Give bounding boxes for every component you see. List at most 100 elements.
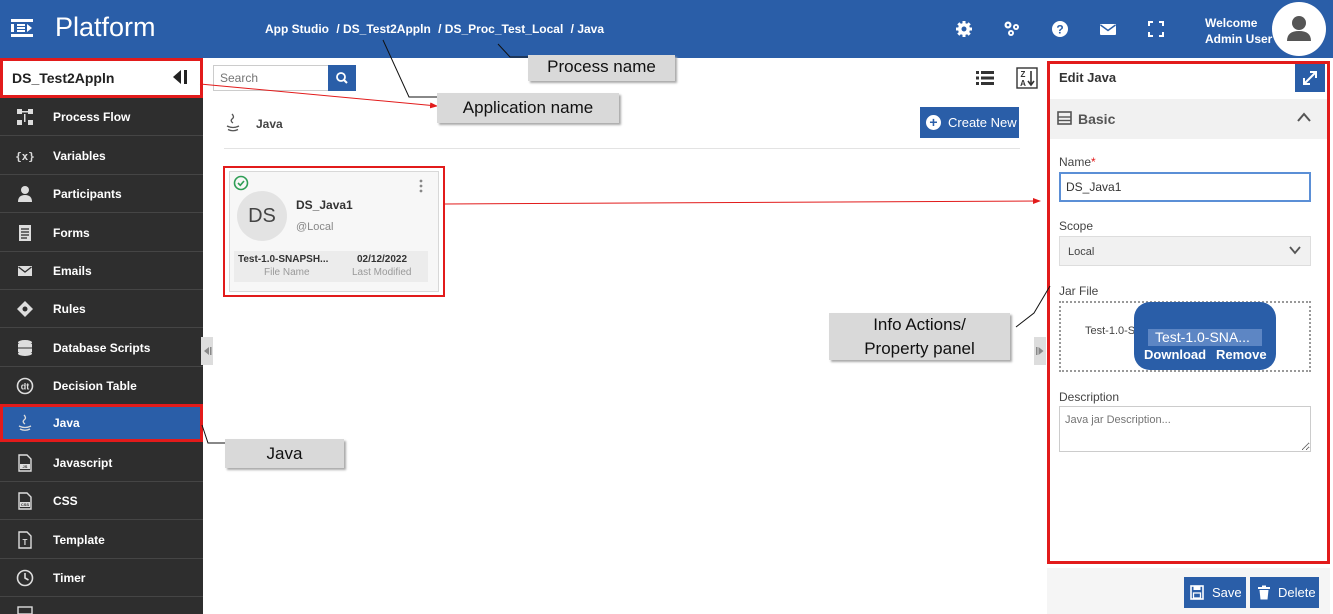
scope-select[interactable]	[1059, 236, 1311, 266]
required-marker: *	[1091, 155, 1096, 169]
sidebar-item-label: Variables	[53, 149, 106, 163]
sidebar-item-label: Database Scripts	[53, 341, 151, 355]
sidebar-item-java[interactable]: Java	[0, 404, 203, 442]
jar-download-link[interactable]: Download	[1144, 347, 1206, 362]
svg-text:{x}: {x}	[16, 150, 34, 163]
fullscreen-icon[interactable]	[1147, 20, 1165, 38]
section-title: Java	[256, 117, 283, 131]
save-button[interactable]: Save	[1184, 577, 1246, 608]
sidebar-item-process-flow[interactable]: Process Flow	[0, 98, 203, 136]
user-icon	[1287, 16, 1311, 41]
card-last-modified: 02/12/2022	[357, 254, 408, 265]
sort-az-icon[interactable]: Z A	[1016, 67, 1038, 89]
gear-icon[interactable]	[955, 20, 973, 38]
mail-icon[interactable]	[1099, 20, 1117, 38]
sidebar-item-decision-table[interactable]: dt Decision Table	[0, 367, 203, 405]
card-file-label: File Name	[264, 267, 310, 278]
expand-icon	[1303, 71, 1317, 85]
sidebar-item-more[interactable]	[0, 597, 203, 614]
card-file-name: Test-1.0-SNAPSH...	[238, 254, 329, 265]
more-vertical-icon[interactable]	[417, 179, 425, 193]
floppy-icon	[1190, 585, 1204, 600]
rules-icon	[17, 301, 33, 317]
sidebar-item-participants[interactable]: Participants	[0, 175, 203, 213]
description-field[interactable]	[1059, 406, 1311, 452]
search-icon	[336, 72, 348, 84]
application-header: DS_Test2Appln	[0, 58, 203, 98]
breadcrumb: App Studio / DS_Test2Appln / DS_Proc_Tes…	[265, 22, 608, 36]
decision-table-icon: dt	[16, 377, 34, 395]
expand-panel-button[interactable]	[1295, 64, 1325, 92]
card-avatar: DS	[237, 191, 287, 241]
collapse-sidebar-icon[interactable]	[171, 69, 189, 85]
sidebar-item-rules[interactable]: Rules	[0, 290, 203, 328]
svg-text:CSS: CSS	[21, 502, 30, 507]
divider	[224, 148, 1020, 149]
help-icon[interactable]: ?	[1051, 20, 1069, 38]
sidebar-item-css[interactable]: CSS CSS	[0, 482, 203, 520]
chevron-right-icon	[1036, 347, 1044, 355]
svg-text:JS: JS	[23, 464, 28, 469]
basic-section-label: Basic	[1078, 111, 1116, 127]
email-icon	[18, 266, 32, 276]
section-list-icon	[1057, 111, 1072, 125]
java-icon	[18, 414, 32, 431]
top-bar: Platform App Studio / DS_Test2Appln / DS…	[0, 0, 1333, 58]
name-label-text: Name	[1059, 155, 1092, 169]
left-splitter-handle[interactable]	[201, 337, 213, 365]
delete-label: Delete	[1278, 585, 1316, 600]
card-date-label: Last Modified	[352, 267, 412, 278]
search-button[interactable]	[328, 65, 356, 91]
right-splitter-handle[interactable]	[1034, 337, 1046, 365]
callout-info-actions: Info Actions/ Property panel	[829, 313, 1010, 360]
user-avatar[interactable]	[1272, 2, 1326, 56]
sidebar-item-timer[interactable]: Timer	[0, 559, 203, 597]
delete-button[interactable]: Delete	[1250, 577, 1319, 608]
sidebar-item-label: Process Flow	[53, 110, 131, 124]
trash-icon	[1258, 585, 1270, 600]
list-view-icon[interactable]	[975, 68, 995, 88]
create-new-button[interactable]: + Create New	[920, 107, 1019, 138]
card-title: DS_Java1	[296, 198, 353, 212]
breadcrumb-process[interactable]: / DS_Proc_Test_Local	[438, 22, 563, 36]
name-label: Name*	[1059, 155, 1096, 169]
svg-text:Z: Z	[1021, 70, 1026, 79]
chevron-up-icon[interactable]	[1296, 111, 1312, 123]
java-section-icon	[226, 113, 240, 132]
chevron-down-icon	[1289, 246, 1301, 255]
sidebar-item-label: Template	[53, 533, 105, 547]
sidebar-item-javascript[interactable]: JS Javascript	[0, 444, 203, 482]
sidebar-item-template[interactable]: T Template	[0, 521, 203, 559]
css-icon: CSS	[18, 492, 32, 510]
sidebar-item-label: CSS	[53, 494, 78, 508]
callout-process-name: Process name	[528, 55, 675, 81]
sidebar-item-emails[interactable]: Emails	[0, 252, 203, 290]
sidebar-item-variables[interactable]: {x} Variables	[0, 137, 203, 175]
callout-info-line1: Info Actions/	[873, 315, 966, 334]
callout-application-name: Application name	[437, 93, 619, 123]
breadcrumb-app-studio[interactable]: App Studio	[265, 22, 329, 36]
media-icon	[17, 606, 33, 614]
participants-icon	[18, 186, 32, 202]
scope-selected-value: Local	[1068, 246, 1095, 258]
card-subtitle: @Local	[296, 221, 334, 233]
sidebar-item-label: Emails	[53, 264, 92, 278]
breadcrumb-application[interactable]: / DS_Test2Appln	[336, 22, 430, 36]
sidebar-item-forms[interactable]: Forms	[0, 214, 203, 252]
welcome-text: Welcome Admin User	[1205, 15, 1272, 47]
name-field[interactable]	[1059, 172, 1311, 202]
jar-remove-link[interactable]: Remove	[1216, 347, 1267, 362]
search-input[interactable]	[213, 65, 328, 91]
description-label: Description	[1059, 390, 1120, 404]
javascript-icon: JS	[18, 454, 32, 472]
sidebar-item-label: Timer	[53, 571, 86, 585]
user-name: Admin User	[1205, 32, 1273, 46]
process-icon[interactable]	[1003, 20, 1021, 38]
sidebar-item-database-scripts[interactable]: Database Scripts	[0, 329, 203, 367]
process-flow-icon	[17, 109, 33, 125]
check-circle-icon	[233, 175, 249, 191]
svg-text:dt: dt	[21, 382, 30, 392]
sidebar-item-label: Rules	[53, 302, 86, 316]
jar-tooltip-name: Test-1.0-SNA...	[1148, 329, 1262, 346]
jar-file-name: Test-1.0-SNAPSHOT	[1085, 325, 1135, 337]
